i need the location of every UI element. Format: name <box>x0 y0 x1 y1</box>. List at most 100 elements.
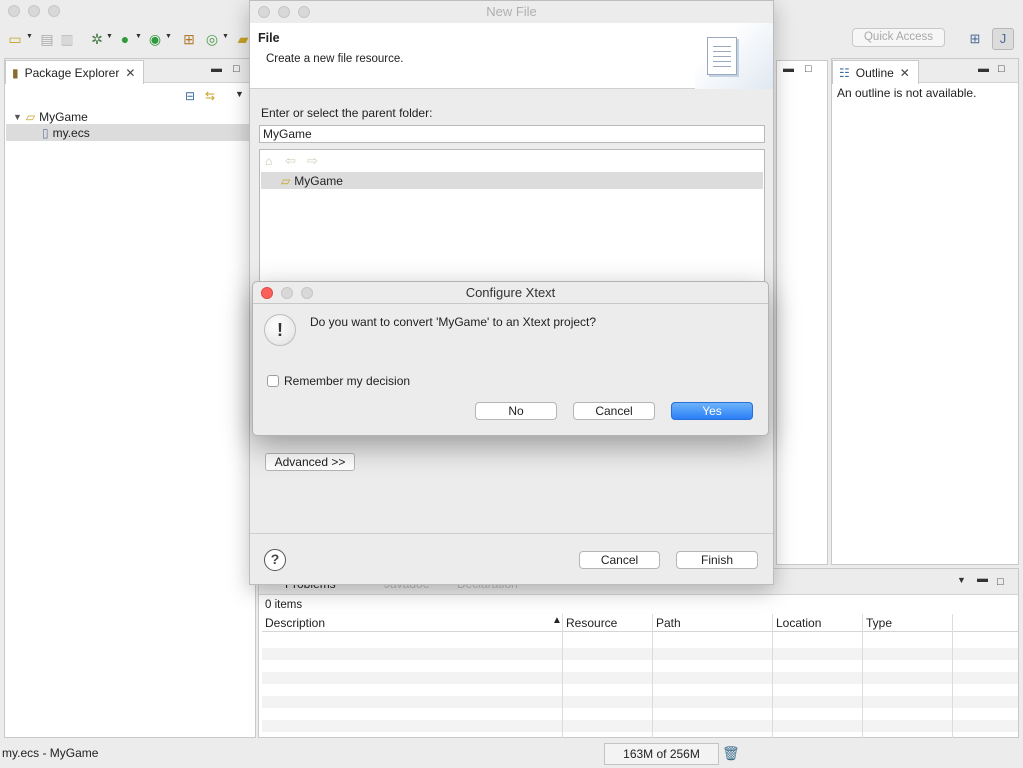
cancel-button[interactable]: Cancel <box>573 402 655 420</box>
new-class-icon[interactable]: ◎ <box>203 30 221 48</box>
new-dropdown-icon[interactable]: ▼ <box>26 33 33 40</box>
folder-label: MyGame <box>294 173 343 188</box>
maximize-view-icon[interactable]: □ <box>998 63 1005 75</box>
column-divider <box>952 614 953 738</box>
warning-icon: ! <box>264 314 296 346</box>
editor-minimize-icon[interactable]: ▬ <box>783 63 794 75</box>
sort-ascending-icon: ▲ <box>552 615 562 626</box>
advanced-button[interactable]: Advanced >> <box>265 453 355 471</box>
run-external-icon[interactable]: ◉ <box>146 30 164 48</box>
package-explorer-tab-label: Package Explorer <box>24 65 120 80</box>
quick-access-field[interactable]: Quick Access <box>852 28 945 47</box>
new-file-wizard-icon <box>707 37 737 75</box>
table-row <box>262 696 1018 708</box>
maximize-view-icon[interactable]: □ <box>997 576 1004 588</box>
minimize-view-icon[interactable]: ▬ <box>978 63 989 75</box>
run-dropdown-icon[interactable]: ▼ <box>135 33 142 40</box>
xtext-dialog-titlebar: Configure Xtext <box>253 282 768 304</box>
outline-message: An outline is not available. <box>837 86 977 100</box>
editor-maximize-icon[interactable]: □ <box>805 63 812 75</box>
wizard-banner: File Create a new file resource. <box>250 23 773 89</box>
folder-tree-item[interactable]: ▱ MyGame <box>261 172 763 189</box>
back-icon[interactable]: ⇦ <box>285 153 296 169</box>
column-path[interactable]: Path <box>656 616 681 630</box>
package-explorer-view: ▮ Package Explorer ✕ ▬ □ ⊟ ⇆ ▼ ▼ ▱ MyGam… <box>4 58 256 738</box>
trash-icon[interactable]: 🗑 <box>722 745 740 762</box>
outline-icon: ☷ <box>839 65 850 80</box>
minimize-window-button[interactable] <box>28 5 40 17</box>
tab-outline[interactable]: ☷ Outline ✕ <box>832 60 919 84</box>
parent-folder-label: Enter or select the parent folder: <box>261 106 433 120</box>
folder-icon: ▱ <box>281 173 291 188</box>
folder-tree: ⌂ ⇦ ⇨ ▱ MyGame <box>259 149 765 289</box>
minimize-view-icon[interactable]: ▬ <box>211 63 222 75</box>
wizard-banner-art <box>695 23 773 89</box>
outline-tabbar: ☷ Outline ✕ ▬ □ <box>832 59 1018 84</box>
editor-area: ▬ □ <box>776 60 828 565</box>
column-description[interactable]: Description <box>265 616 325 630</box>
tree-item-label: MyGame <box>39 109 88 124</box>
status-selection: my.ecs - MyGame <box>2 746 99 760</box>
xtext-window-controls <box>261 287 313 299</box>
home-icon[interactable]: ⌂ <box>265 154 272 168</box>
remember-decision-label: Remember my decision <box>284 374 411 388</box>
outline-view: ☷ Outline ✕ ▬ □ An outline is not availa… <box>831 58 1019 565</box>
no-button[interactable]: No <box>475 402 557 420</box>
run-icon[interactable]: ● <box>116 30 134 48</box>
configure-xtext-dialog: Configure Xtext ! Do you want to convert… <box>252 281 769 436</box>
close-tab-icon[interactable]: ✕ <box>125 66 135 80</box>
expand-arrow-icon[interactable]: ▼ <box>13 112 22 122</box>
save-all-icon[interactable]: ▥ <box>58 30 76 48</box>
minimize-dialog-button[interactable] <box>281 287 293 299</box>
column-location[interactable]: Location <box>776 616 821 630</box>
column-divider <box>862 614 863 738</box>
table-row <box>262 648 1018 660</box>
java-perspective-icon[interactable]: J <box>992 28 1014 50</box>
help-icon[interactable]: ? <box>264 549 286 571</box>
remember-decision-checkbox[interactable] <box>267 375 279 387</box>
debug-dropdown-icon[interactable]: ▼ <box>106 33 113 40</box>
heap-status: 163M of 256M <box>604 743 719 765</box>
new-package-icon[interactable]: ⊞ <box>180 30 198 48</box>
yes-button[interactable]: Yes <box>671 402 753 420</box>
zoom-window-button[interactable] <box>48 5 60 17</box>
column-divider <box>652 614 653 738</box>
tree-item-my-ecs[interactable]: ▯ my.ecs <box>6 124 255 141</box>
minimize-view-icon[interactable]: ▬ <box>977 573 988 585</box>
package-explorer-icon: ▮ <box>12 65 19 80</box>
close-window-button[interactable] <box>8 5 20 17</box>
new-class-dropdown-icon[interactable]: ▼ <box>222 33 229 40</box>
tab-package-explorer[interactable]: ▮ Package Explorer ✕ <box>5 60 145 84</box>
save-icon[interactable]: ▤ <box>38 30 56 48</box>
column-type[interactable]: Type <box>866 616 892 630</box>
link-with-editor-icon[interactable]: ⇆ <box>205 89 215 103</box>
debug-icon[interactable]: ✲ <box>88 30 106 48</box>
cancel-button[interactable]: Cancel <box>579 551 660 569</box>
column-divider <box>562 614 563 738</box>
close-dialog-button[interactable] <box>261 287 273 299</box>
new-wizard-icon[interactable]: ▭ <box>6 30 24 48</box>
zoom-dialog-button[interactable] <box>301 287 313 299</box>
outline-tab-label: Outline <box>855 65 894 80</box>
forward-icon[interactable]: ⇨ <box>307 153 318 169</box>
collapse-all-icon[interactable]: ⊟ <box>185 89 195 103</box>
tree-item-mygame[interactable]: ▼ ▱ MyGame <box>13 108 88 125</box>
external-dropdown-icon[interactable]: ▼ <box>165 33 172 40</box>
file-icon: ▯ <box>42 125 49 140</box>
problems-item-count: 0 items <box>265 599 303 611</box>
wizard-message: Create a new file resource. <box>266 53 404 65</box>
parent-folder-input[interactable]: MyGame <box>259 125 765 143</box>
project-folder-icon: ▱ <box>25 109 36 124</box>
column-divider <box>772 614 773 738</box>
view-menu-icon[interactable]: ▼ <box>957 575 966 585</box>
open-perspective-icon[interactable]: ⊞ <box>964 28 986 50</box>
button-divider <box>250 533 773 534</box>
maximize-view-icon[interactable]: □ <box>233 63 240 75</box>
column-resource[interactable]: Resource <box>566 616 617 630</box>
finish-button[interactable]: Finish <box>676 551 758 569</box>
view-menu-icon[interactable]: ▼ <box>235 89 244 99</box>
close-tab-icon[interactable]: ✕ <box>900 66 910 80</box>
window-controls <box>8 5 60 17</box>
tree-item-label: my.ecs <box>52 125 90 140</box>
xtext-dialog-title: Configure Xtext <box>465 285 556 300</box>
